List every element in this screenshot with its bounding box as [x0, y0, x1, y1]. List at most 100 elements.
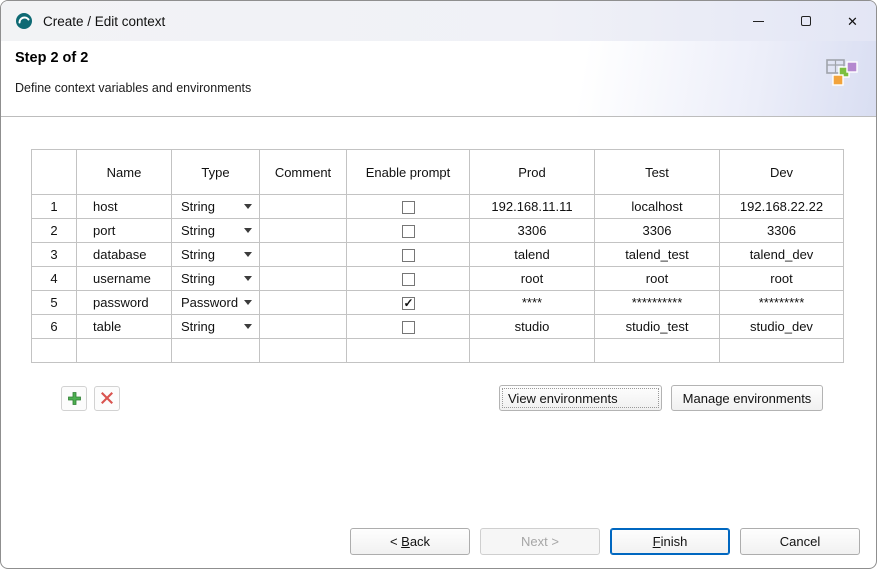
dev-value-cell[interactable]: root [720, 267, 844, 291]
prod-value-cell[interactable]: 192.168.11.11 [470, 195, 595, 219]
test-value-cell[interactable]: root [595, 267, 720, 291]
row-number: 2 [50, 223, 57, 238]
row-number-cell[interactable]: 2 [32, 219, 77, 243]
cancel-button[interactable]: Cancel [740, 528, 860, 555]
empty-cell[interactable] [260, 339, 347, 363]
col-header-comment[interactable]: Comment [260, 150, 347, 195]
type-value: String [181, 319, 215, 334]
dev-value-cell[interactable]: talend_dev [720, 243, 844, 267]
delete-variable-button[interactable] [94, 386, 120, 411]
close-button[interactable]: ✕ [829, 1, 876, 41]
type-dropdown[interactable]: String [172, 267, 259, 290]
col-header-prod[interactable]: Prod [470, 150, 595, 195]
empty-cell[interactable] [32, 339, 77, 363]
type-dropdown[interactable]: Password [172, 291, 259, 314]
test-value: ********** [632, 295, 683, 310]
test-value-cell[interactable]: ********** [595, 291, 720, 315]
type-cell[interactable]: String [172, 195, 260, 219]
minimize-icon [753, 21, 764, 22]
environment-buttons: View environments Manage environments [499, 385, 823, 411]
empty-cell[interactable] [470, 339, 595, 363]
empty-cell[interactable] [347, 339, 470, 363]
type-dropdown[interactable]: String [172, 195, 259, 218]
comment-cell[interactable] [260, 243, 347, 267]
window-controls: ✕ [735, 1, 876, 41]
variable-name-cell[interactable]: host [77, 195, 172, 219]
chevron-down-icon [244, 324, 252, 329]
test-value-cell[interactable]: studio_test [595, 315, 720, 339]
empty-cell[interactable] [595, 339, 720, 363]
col-header-enable-prompt[interactable]: Enable prompt [347, 150, 470, 195]
comment-cell[interactable] [260, 291, 347, 315]
enable-prompt-checkbox[interactable] [402, 201, 415, 214]
enable-prompt-cell[interactable] [347, 243, 470, 267]
variable-name-cell[interactable]: port [77, 219, 172, 243]
row-number-cell[interactable]: 1 [32, 195, 77, 219]
type-dropdown[interactable]: String [172, 243, 259, 266]
row-number-cell[interactable]: 3 [32, 243, 77, 267]
maximize-button[interactable] [782, 1, 829, 41]
next-button[interactable]: Next > [480, 528, 600, 555]
titlebar: Create / Edit context ✕ [1, 1, 876, 41]
prod-value-cell[interactable]: 3306 [470, 219, 595, 243]
type-cell[interactable]: String [172, 267, 260, 291]
table-row: 3 database String talend talend_test tal… [32, 243, 844, 267]
enable-prompt-checkbox[interactable] [402, 297, 415, 310]
col-header-rownum [32, 150, 77, 195]
enable-prompt-checkbox[interactable] [402, 321, 415, 334]
type-cell[interactable]: String [172, 219, 260, 243]
type-value: String [181, 247, 215, 262]
comment-cell[interactable] [260, 315, 347, 339]
variable-name-cell[interactable]: database [77, 243, 172, 267]
comment-cell[interactable] [260, 195, 347, 219]
test-value-cell[interactable]: localhost [595, 195, 720, 219]
enable-prompt-cell[interactable] [347, 291, 470, 315]
type-dropdown[interactable]: String [172, 315, 259, 338]
maximize-icon [801, 16, 811, 26]
dev-value-cell[interactable]: 3306 [720, 219, 844, 243]
enable-prompt-checkbox[interactable] [402, 273, 415, 286]
comment-cell[interactable] [260, 267, 347, 291]
enable-prompt-cell[interactable] [347, 219, 470, 243]
row-number-cell[interactable]: 6 [32, 315, 77, 339]
row-number-cell[interactable]: 5 [32, 291, 77, 315]
table-toolbar: View environments Manage environments [61, 385, 846, 411]
finish-button[interactable]: Finish [610, 528, 730, 555]
col-header-dev[interactable]: Dev [720, 150, 844, 195]
variable-name-cell[interactable]: table [77, 315, 172, 339]
manage-environments-button[interactable]: Manage environments [671, 385, 823, 411]
col-header-type[interactable]: Type [172, 150, 260, 195]
col-header-test[interactable]: Test [595, 150, 720, 195]
dev-value-cell[interactable]: studio_dev [720, 315, 844, 339]
type-dropdown[interactable]: String [172, 219, 259, 242]
test-value-cell[interactable]: 3306 [595, 219, 720, 243]
add-variable-button[interactable] [61, 386, 87, 411]
prod-value-cell[interactable]: **** [470, 291, 595, 315]
type-cell[interactable]: Password [172, 291, 260, 315]
back-button[interactable]: < Back [350, 528, 470, 555]
empty-cell[interactable] [720, 339, 844, 363]
enable-prompt-cell[interactable] [347, 195, 470, 219]
prod-value-cell[interactable]: root [470, 267, 595, 291]
view-environments-button[interactable]: View environments [499, 385, 662, 411]
empty-cell[interactable] [172, 339, 260, 363]
comment-cell[interactable] [260, 219, 347, 243]
dev-value-cell[interactable]: ********* [720, 291, 844, 315]
row-number-cell[interactable]: 4 [32, 267, 77, 291]
minimize-button[interactable] [735, 1, 782, 41]
enable-prompt-checkbox[interactable] [402, 249, 415, 262]
test-value-cell[interactable]: talend_test [595, 243, 720, 267]
enable-prompt-cell[interactable] [347, 267, 470, 291]
variable-name-cell[interactable]: password [77, 291, 172, 315]
dev-value-cell[interactable]: 192.168.22.22 [720, 195, 844, 219]
type-cell[interactable]: String [172, 315, 260, 339]
prod-value-cell[interactable]: talend [470, 243, 595, 267]
prod-value-cell[interactable]: studio [470, 315, 595, 339]
enable-prompt-cell[interactable] [347, 315, 470, 339]
empty-cell[interactable] [77, 339, 172, 363]
enable-prompt-checkbox[interactable] [402, 225, 415, 238]
chevron-down-icon [244, 276, 252, 281]
type-cell[interactable]: String [172, 243, 260, 267]
variable-name-cell[interactable]: username [77, 267, 172, 291]
col-header-name[interactable]: Name [77, 150, 172, 195]
